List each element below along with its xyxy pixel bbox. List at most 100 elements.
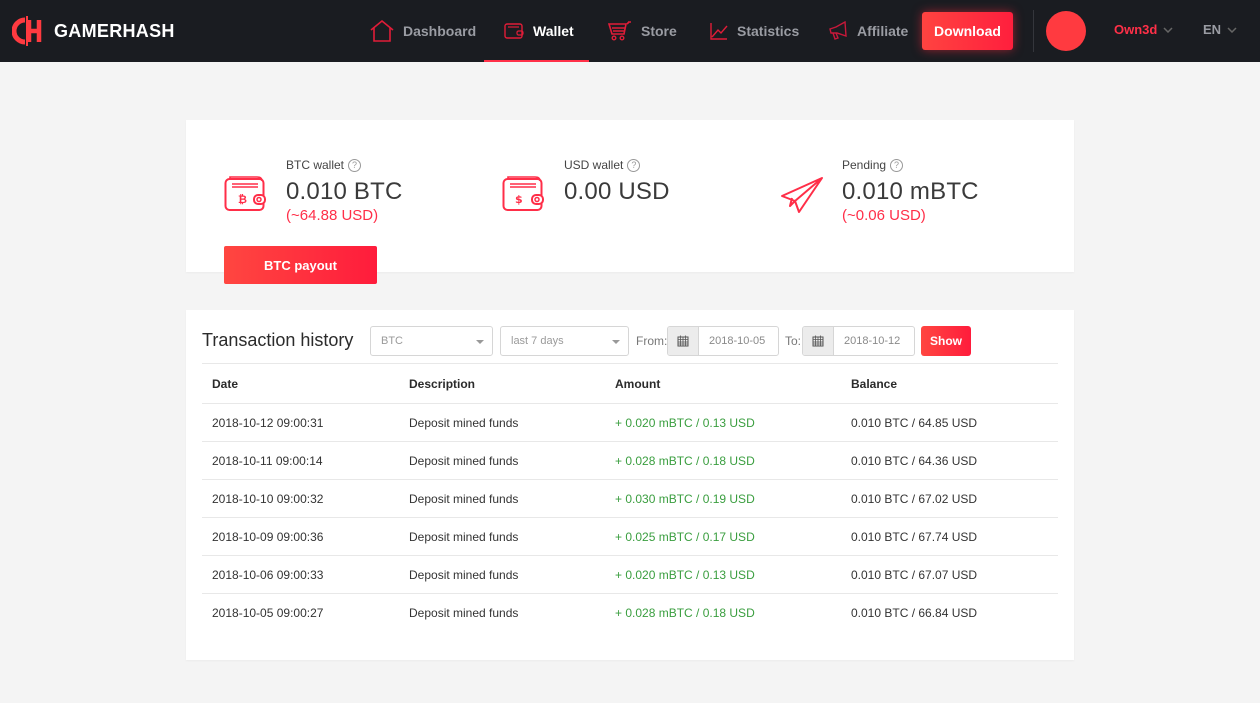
gamerhash-logo-icon xyxy=(12,16,42,46)
btc-wallet-label-text: BTC wallet xyxy=(286,158,345,172)
tx-description: Deposit mined funds xyxy=(409,605,519,620)
tx-balance: 0.010 BTC / 64.85 USD xyxy=(841,403,1058,442)
tx-balance: 0.010 BTC / 64.36 USD xyxy=(841,441,1058,480)
tx-description: Deposit mined funds xyxy=(399,403,605,442)
tx-balance: 0.010 BTC / 66.84 USD xyxy=(851,605,978,620)
tx-date: 2018-10-11 09:00:14 xyxy=(202,441,399,480)
transaction-history-title: Transaction history xyxy=(202,330,354,350)
date-range-select[interactable]: last 7 days xyxy=(500,326,629,356)
nav-divider xyxy=(1033,10,1034,52)
caret-down-icon xyxy=(612,340,620,344)
column-header-date: Date xyxy=(202,363,399,404)
table-row: 2018-10-05 09:00:27 Deposit mined funds … xyxy=(202,594,1058,632)
help-icon[interactable]: ? xyxy=(348,158,362,172)
nav-item-dashboard[interactable]: Dashboard xyxy=(370,0,476,62)
user-menu[interactable]: Own3d xyxy=(1114,22,1173,37)
tx-amount: + 0.028 mBTC / 0.18 USD xyxy=(615,605,755,620)
chevron-down-icon xyxy=(1163,26,1173,33)
transaction-history-card: Transaction history BTC last 7 days From… xyxy=(186,310,1074,660)
tx-description: Deposit mined funds xyxy=(399,517,605,556)
nav-item-affiliate[interactable]: Affiliate xyxy=(828,0,908,62)
help-icon[interactable]: ? xyxy=(627,158,641,172)
btc-balance: 0.010 BTC xyxy=(286,178,403,205)
caret-down-icon xyxy=(476,340,484,344)
tx-description: Deposit mined funds xyxy=(399,479,605,518)
tx-amount: + 0.020 mBTC / 0.13 USD xyxy=(605,555,841,594)
language-menu[interactable]: EN xyxy=(1203,22,1237,37)
chevron-down-icon xyxy=(1227,26,1237,33)
megaphone-icon xyxy=(829,21,847,40)
active-tab-indicator xyxy=(484,60,589,62)
cart-icon xyxy=(608,21,631,41)
pending-value: 0.010 mBTC xyxy=(842,178,979,205)
tx-balance: 0.010 BTC / 67.02 USD xyxy=(841,479,1058,518)
table-row: 2018-10-06 09:00:33 Deposit mined funds … xyxy=(202,555,1058,594)
date-range-select-value: last 7 days xyxy=(511,335,564,347)
nav-item-store[interactable]: Store xyxy=(608,0,677,62)
tx-date: 2018-10-05 09:00:27 xyxy=(212,605,324,620)
tx-balance: 0.010 BTC / 67.07 USD xyxy=(841,555,1058,594)
btc-wallet-label: BTC wallet ? xyxy=(286,158,362,172)
svg-text:₿: ₿ xyxy=(238,193,247,206)
tx-date: 2018-10-09 09:00:36 xyxy=(202,517,399,556)
nav-label: Wallet xyxy=(533,23,574,39)
wallet-summary-card: ₿ BTC wallet ? 0.010 BTC (~64.88 USD) $ … xyxy=(186,120,1074,284)
table-row: 2018-10-12 09:00:31 Deposit mined funds … xyxy=(202,403,1058,442)
show-button[interactable]: Show xyxy=(921,326,971,356)
home-icon xyxy=(370,20,394,42)
table-row: 2018-10-10 09:00:32 Deposit mined funds … xyxy=(202,479,1058,518)
tx-date: 2018-10-10 09:00:32 xyxy=(202,479,399,518)
from-date-field[interactable]: 2018-10-05 xyxy=(667,326,779,356)
usd-wallet-icon: $ xyxy=(502,176,544,211)
tx-amount: + 0.028 mBTC / 0.18 USD xyxy=(605,441,841,480)
table-header-row: Date Description Amount Balance xyxy=(202,363,1058,404)
nav-item-statistics[interactable]: Statistics xyxy=(710,0,799,62)
nav-item-wallet[interactable]: Wallet xyxy=(484,0,589,62)
tx-amount: + 0.025 mBTC / 0.17 USD xyxy=(605,517,841,556)
nav-label: Dashboard xyxy=(403,23,477,39)
download-button[interactable]: Download xyxy=(922,12,1013,50)
language-code: EN xyxy=(1203,22,1222,37)
to-label: To: xyxy=(785,334,802,348)
currency-select[interactable]: BTC xyxy=(370,326,493,356)
tx-description: Deposit mined funds xyxy=(399,441,605,480)
pending-label-text: Pending xyxy=(842,158,887,172)
top-navbar: GAMERHASH Dashboard Wallet Store Statist… xyxy=(0,0,1260,62)
wallet-icon xyxy=(504,23,524,39)
username: Own3d xyxy=(1114,22,1158,37)
pending-value-usd: (~0.06 USD) xyxy=(842,207,926,224)
table-row: 2018-10-11 09:00:14 Deposit mined funds … xyxy=(202,441,1058,480)
calendar-icon[interactable] xyxy=(803,327,834,355)
tx-date: 2018-10-12 09:00:31 xyxy=(202,403,399,442)
btc-wallet-icon: ₿ xyxy=(224,176,266,211)
usd-balance: 0.00 USD xyxy=(564,178,670,205)
from-date-input[interactable]: 2018-10-05 xyxy=(699,327,778,355)
svg-text:$: $ xyxy=(515,193,523,206)
tx-balance: 0.010 BTC / 67.74 USD xyxy=(841,517,1058,556)
calendar-icon[interactable] xyxy=(668,327,699,355)
usd-wallet-label-text: USD wallet xyxy=(564,158,624,172)
to-date-field[interactable]: 2018-10-12 xyxy=(802,326,915,356)
paper-plane-icon xyxy=(781,177,823,213)
usd-wallet-label: USD wallet ? xyxy=(564,158,641,172)
column-header-description: Description xyxy=(399,363,605,404)
tx-date: 2018-10-06 09:00:33 xyxy=(202,555,399,594)
nav-label: Affiliate xyxy=(857,23,909,39)
tx-amount: + 0.030 mBTC / 0.19 USD xyxy=(605,479,841,518)
transaction-table: Date Description Amount Balance 2018-10-… xyxy=(202,363,1058,632)
table-row: 2018-10-09 09:00:36 Deposit mined funds … xyxy=(202,517,1058,556)
currency-select-value: BTC xyxy=(381,335,403,347)
btc-payout-button[interactable]: BTC payout xyxy=(224,246,377,284)
logo[interactable]: GAMERHASH xyxy=(12,15,175,47)
btc-balance-usd: (~64.88 USD) xyxy=(286,207,379,224)
column-header-amount: Amount xyxy=(605,363,841,404)
column-header-balance: Balance xyxy=(841,363,1058,404)
brand-name: GAMERHASH xyxy=(54,20,175,41)
chart-line-icon xyxy=(710,23,728,40)
to-date-input[interactable]: 2018-10-12 xyxy=(834,327,914,355)
help-icon[interactable]: ? xyxy=(890,158,904,172)
tx-amount: + 0.020 mBTC / 0.13 USD xyxy=(605,403,841,442)
nav-label: Store xyxy=(641,23,677,39)
nav-label: Statistics xyxy=(737,23,800,39)
avatar[interactable] xyxy=(1046,11,1086,51)
